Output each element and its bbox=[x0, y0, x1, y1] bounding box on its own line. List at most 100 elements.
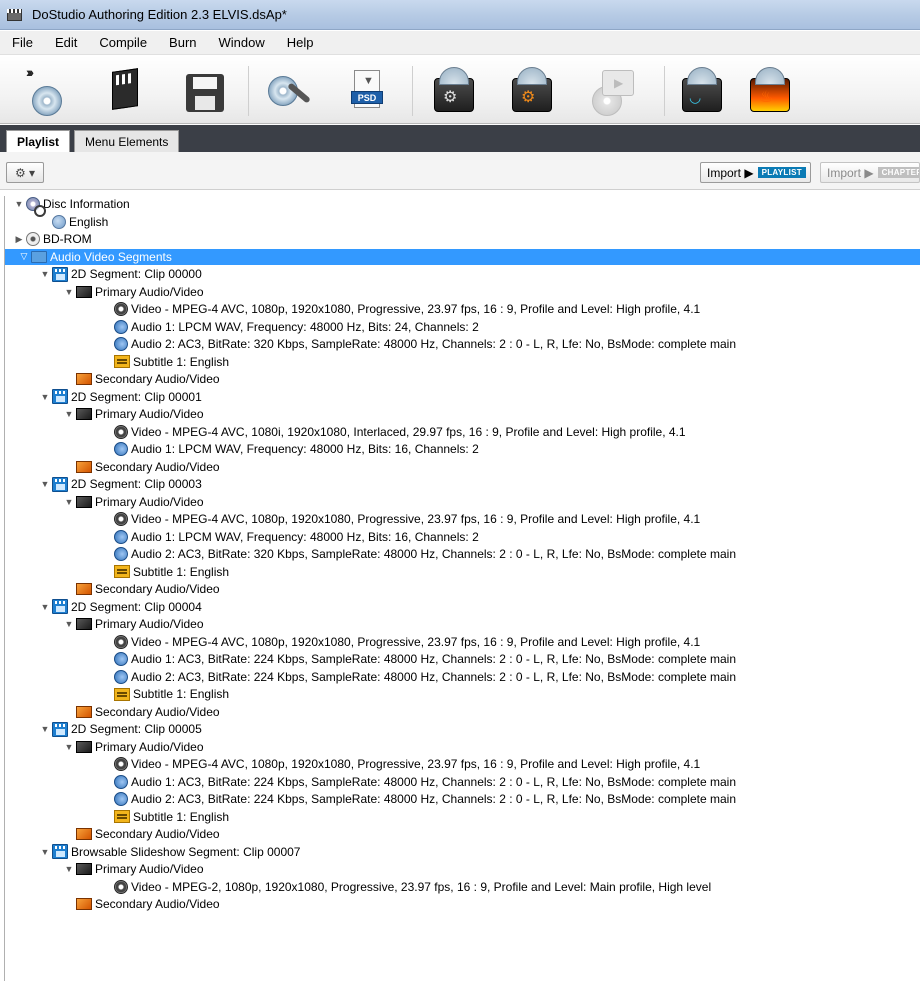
tree-row[interactable]: ▼ Primary Audio/Video bbox=[0, 739, 920, 755]
expand-toggle-icon[interactable]: ▼ bbox=[40, 724, 50, 734]
tree-row[interactable]: ▼ Primary Audio/Video bbox=[0, 861, 920, 877]
tree-row[interactable]: Audio 1: AC3, BitRate: 224 Kbps, SampleR… bbox=[0, 774, 920, 790]
tree-row[interactable]: Audio 1: LPCM WAV, Frequency: 48000 Hz, … bbox=[0, 529, 920, 545]
segment-clapper-icon bbox=[52, 721, 68, 737]
tree-row[interactable]: Secondary Audio/Video bbox=[0, 371, 920, 387]
tree-row[interactable]: ▼ Primary Audio/Video bbox=[0, 494, 920, 510]
tree-row[interactable]: Audio 2: AC3, BitRate: 224 Kbps, SampleR… bbox=[0, 791, 920, 807]
expand-toggle-icon[interactable]: ▼ bbox=[40, 269, 50, 279]
tree-row-label: Video - MPEG-4 AVC, 1080p, 1920x1080, Pr… bbox=[131, 512, 701, 526]
expand-toggle-icon[interactable]: ▼ bbox=[64, 742, 74, 752]
tree-row-label: Audio 2: AC3, BitRate: 320 Kbps, SampleR… bbox=[131, 337, 736, 351]
language-globe-icon bbox=[52, 214, 66, 229]
compile-button[interactable]: ⚙ bbox=[428, 64, 482, 118]
expand-toggle-icon[interactable]: ▼ bbox=[40, 479, 50, 489]
segment-clapper-icon bbox=[52, 599, 68, 614]
tree-row[interactable]: ▶ BD-ROM bbox=[0, 231, 920, 247]
tree-row[interactable]: Secondary Audio/Video bbox=[0, 459, 920, 475]
menu-edit[interactable]: Edit bbox=[47, 33, 85, 52]
tree-row[interactable]: English bbox=[0, 214, 920, 230]
psd-import-button[interactable]: ▼ PSD bbox=[340, 64, 394, 118]
tree-row[interactable]: Video - MPEG-4 AVC, 1080p, 1920x1080, Pr… bbox=[0, 634, 920, 650]
save-project-button[interactable] bbox=[180, 64, 234, 118]
tree-row[interactable]: Video - MPEG-4 AVC, 1080p, 1920x1080, Pr… bbox=[0, 301, 920, 317]
tree-row[interactable]: ▼ Primary Audio/Video bbox=[0, 616, 920, 632]
tree-row[interactable]: Subtitle 1: English bbox=[0, 809, 920, 825]
tree-row[interactable]: ▼ Browsable Slideshow Segment: Clip 00007 bbox=[0, 844, 920, 860]
tree-row[interactable]: Audio 2: AC3, BitRate: 224 Kbps, SampleR… bbox=[0, 669, 920, 685]
expand-toggle-icon[interactable]: ▼ bbox=[40, 847, 50, 857]
tree-row[interactable]: Audio 2: AC3, BitRate: 320 Kbps, SampleR… bbox=[0, 336, 920, 352]
tree-row[interactable]: Secondary Audio/Video bbox=[0, 581, 920, 597]
import-playlist-button[interactable]: Import ▶ PLAYLIST bbox=[700, 162, 811, 183]
expand-toggle-icon[interactable]: ▼ bbox=[64, 287, 74, 297]
expand-toggle-icon[interactable]: ▼ bbox=[40, 392, 50, 402]
tree-row[interactable]: Subtitle 1: English bbox=[0, 564, 920, 580]
tree-row[interactable]: ▼ 2D Segment: Clip 00005 bbox=[0, 721, 920, 737]
tree-row[interactable]: ▼ 2D Segment: Clip 00004 bbox=[0, 599, 920, 615]
tree-row[interactable]: Secondary Audio/Video bbox=[0, 826, 920, 842]
import-chapters-button[interactable]: Import ▶ CHAPTERS bbox=[820, 162, 920, 183]
expand-toggle-icon[interactable]: ▼ bbox=[40, 602, 50, 612]
tree-row[interactable]: Audio 1: AC3, BitRate: 224 Kbps, SampleR… bbox=[0, 651, 920, 667]
settings-tools-button[interactable] bbox=[262, 64, 316, 118]
tree-row[interactable]: Video - MPEG-2, 1080p, 1920x1080, Progre… bbox=[0, 879, 920, 895]
preview-screen-button[interactable]: ◡ bbox=[676, 64, 730, 118]
tree-row-label: Audio 2: AC3, BitRate: 224 Kbps, SampleR… bbox=[131, 669, 736, 684]
tree-row-label: Primary Audio/Video bbox=[95, 494, 204, 509]
tree-row-label: Primary Audio/Video bbox=[95, 407, 204, 421]
tree-row[interactable]: Secondary Audio/Video bbox=[0, 704, 920, 720]
tab-menu-elements[interactable]: Menu Elements bbox=[74, 130, 180, 152]
open-project-button[interactable] bbox=[100, 64, 154, 118]
tree-row-label: Audio Video Segments bbox=[50, 249, 172, 264]
menu-file[interactable]: File bbox=[4, 33, 41, 52]
audio-speaker-icon bbox=[114, 319, 128, 334]
expand-toggle-icon[interactable]: ▶ bbox=[14, 234, 24, 245]
expand-toggle-icon[interactable]: ▼ bbox=[64, 497, 74, 507]
tree-row[interactable]: Subtitle 1: English bbox=[0, 354, 920, 370]
tree-row[interactable]: Secondary Audio/Video bbox=[0, 896, 920, 912]
tree-row[interactable]: ▼ 2D Segment: Clip 00000 bbox=[0, 266, 920, 282]
expand-toggle-icon[interactable]: ▽ bbox=[19, 251, 29, 262]
menu-window[interactable]: Window bbox=[211, 33, 273, 52]
preview-button[interactable] bbox=[584, 64, 638, 118]
burn-disc-button[interactable]: ♨ bbox=[744, 64, 798, 118]
tree-row-label: English bbox=[69, 214, 109, 229]
gear-dropdown-button[interactable]: ⚙ ▾ bbox=[6, 162, 44, 183]
tree-row[interactable]: ▽ Audio Video Segments bbox=[5, 248, 920, 265]
menu-compile[interactable]: Compile bbox=[91, 33, 155, 52]
tree-row[interactable]: Subtitle 1: English bbox=[0, 686, 920, 702]
expand-toggle-icon[interactable]: ▼ bbox=[64, 619, 74, 629]
tree-row[interactable]: Audio 1: LPCM WAV, Frequency: 48000 Hz, … bbox=[0, 441, 920, 457]
tree-row[interactable]: ▼ Disc Information bbox=[0, 196, 920, 217]
tree-row[interactable]: Audio 1: LPCM WAV, Frequency: 48000 Hz, … bbox=[0, 319, 920, 335]
tree-row[interactable]: ▼ 2D Segment: Clip 00003 bbox=[0, 476, 920, 492]
expand-toggle-icon[interactable]: ▼ bbox=[64, 409, 74, 419]
tree-row[interactable]: Audio 2: AC3, BitRate: 320 Kbps, SampleR… bbox=[0, 546, 920, 562]
tree-row[interactable]: ▼ 2D Segment: Clip 00001 bbox=[0, 389, 920, 405]
tree-row-label: Secondary Audio/Video bbox=[95, 897, 220, 911]
compile-build-button[interactable]: ⚙ bbox=[506, 64, 560, 118]
tree-row-label: Secondary Audio/Video bbox=[95, 459, 220, 474]
audio-speaker-icon bbox=[114, 529, 128, 544]
expand-toggle-icon[interactable]: ▼ bbox=[14, 199, 24, 209]
tree-row-label: Video - MPEG-4 AVC, 1080p, 1920x1080, Pr… bbox=[131, 634, 701, 649]
menu-help[interactable]: Help bbox=[279, 33, 322, 52]
tree-row[interactable]: Video - MPEG-4 AVC, 1080p, 1920x1080, Pr… bbox=[0, 756, 920, 772]
app-clapper-icon bbox=[6, 6, 24, 24]
tree-row[interactable]: ▼ Primary Audio/Video bbox=[0, 284, 920, 300]
folder-icon bbox=[31, 250, 47, 263]
tree-row[interactable]: Video - MPEG-4 AVC, 1080i, 1920x1080, In… bbox=[0, 424, 920, 440]
main-toolbar: ››› ▼PSD ⚙ ⚙ ◡ ♨ bbox=[0, 56, 920, 124]
tree-row-label: Audio 2: AC3, BitRate: 224 Kbps, SampleR… bbox=[131, 792, 736, 806]
tree-row[interactable]: ▼ Primary Audio/Video bbox=[0, 406, 920, 422]
tree-row[interactable]: Video - MPEG-4 AVC, 1080p, 1920x1080, Pr… bbox=[0, 511, 920, 527]
expand-toggle-icon[interactable]: ▼ bbox=[64, 864, 74, 874]
playlist-badge: PLAYLIST bbox=[757, 167, 806, 178]
tab-playlist[interactable]: Playlist bbox=[6, 130, 71, 152]
new-project-button[interactable]: ››› bbox=[22, 64, 76, 118]
audio-speaker-icon bbox=[114, 547, 128, 561]
import-chapters-label: Import ▶ bbox=[827, 165, 874, 180]
subtitle-icon bbox=[114, 687, 130, 701]
menu-burn[interactable]: Burn bbox=[161, 33, 204, 52]
